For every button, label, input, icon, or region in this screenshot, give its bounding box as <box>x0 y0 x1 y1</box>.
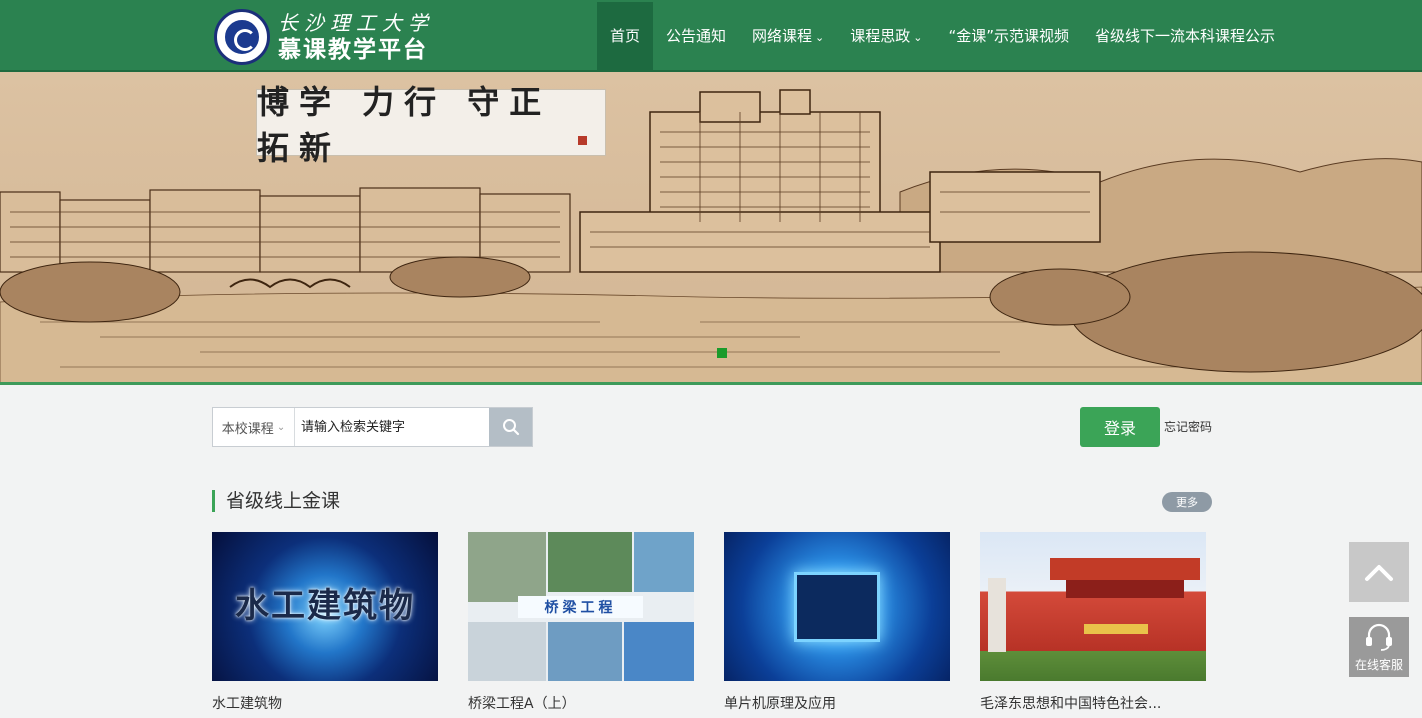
chevron-down-icon: ⌄ <box>276 421 286 433</box>
course-card[interactable]: 毛泽东思想和中国特色社会... <box>980 532 1206 713</box>
course-thumbnail[interactable] <box>980 532 1206 681</box>
nav-item-label: 首页 <box>610 27 641 45</box>
logo-text: 长沙理工大学 慕课教学平台 <box>278 13 434 62</box>
school-motto-plaque: 博学 力行 守正 拓新 <box>256 83 606 167</box>
course-title[interactable]: 水工建筑物 <box>212 693 438 713</box>
seal-stamp-icon <box>578 136 587 145</box>
nav-item-online-courses[interactable]: 网络课程 ⌄ <box>739 2 837 70</box>
campus-sketch-illustration <box>0 72 1422 382</box>
pillar <box>988 578 1006 652</box>
chevron-up-icon <box>1365 565 1393 581</box>
nav-item-label: 省级线下一流本科课程公示 <box>1095 27 1276 45</box>
headset-icon <box>1366 623 1392 651</box>
logo-university-name: 长沙理工大学 <box>278 10 434 35</box>
course-card[interactable]: 单片机原理及应用 <box>724 532 950 713</box>
nav-item-golden-course-videos[interactable]: “金课”示范课视频 <box>936 2 1083 70</box>
main-nav: 首页 公告通知 网络课程 ⌄ 课程思政 ⌄ “金课”示范课视频 省级线下一流本科课程… <box>597 2 1288 70</box>
search-button[interactable] <box>489 408 532 446</box>
search-scope-label: 本校课程 <box>221 421 274 437</box>
nav-item-announcements[interactable]: 公告通知 <box>653 2 739 70</box>
roof2 <box>1066 580 1184 598</box>
login-button[interactable]: 登录 <box>1080 407 1160 447</box>
back-to-top-button[interactable] <box>1349 542 1409 602</box>
microchip-icon <box>794 572 880 642</box>
course-card[interactable]: 水工建筑物 水工建筑物 <box>212 532 438 713</box>
forgot-password-link[interactable]: 忘记密码 <box>1164 418 1212 435</box>
course-card[interactable]: 桥梁工程 桥梁工程A（上） <box>468 532 694 713</box>
search-scope-select[interactable]: 本校课程 ⌄ <box>213 408 295 446</box>
course-search-bar: 本校课程 ⌄ <box>212 407 533 447</box>
chevron-down-icon: ⌄ <box>815 31 825 44</box>
nav-item-label: “金课”示范课视频 <box>948 27 1070 45</box>
roof <box>1050 558 1200 580</box>
nav-item-label: 课程思政 <box>850 27 911 45</box>
course-title[interactable]: 单片机原理及应用 <box>724 693 950 713</box>
nav-item-home[interactable]: 首页 <box>597 2 654 70</box>
more-button[interactable]: 更多 <box>1162 492 1212 512</box>
online-service-label: 在线客服 <box>1354 657 1403 672</box>
hero-banner[interactable]: 博学 力行 守正 拓新 <box>0 72 1422 385</box>
gate-plate <box>1084 624 1148 634</box>
university-seal-icon <box>214 9 270 65</box>
course-title[interactable]: 毛泽东思想和中国特色社会... <box>980 693 1206 713</box>
course-thumbnail[interactable] <box>724 532 950 681</box>
chevron-down-icon: ⌄ <box>913 31 923 44</box>
course-title[interactable]: 桥梁工程A（上） <box>468 693 694 713</box>
online-service-button[interactable]: 在线客服 <box>1349 617 1409 677</box>
top-navigation-bar: 长沙理工大学 慕课教学平台 首页 公告通知 网络课程 ⌄ 课程思政 ⌄ “金课”示范… <box>0 0 1422 72</box>
search-input[interactable] <box>295 408 489 446</box>
thumbnail-caption: 水工建筑物 <box>235 586 415 626</box>
carousel-indicator-dot[interactable] <box>717 348 727 358</box>
nav-item-ideological-courses[interactable]: 课程思政 ⌄ <box>837 2 935 70</box>
logo-platform-name: 慕课教学平台 <box>278 36 428 63</box>
nav-item-label: 公告通知 <box>666 27 727 45</box>
section-title: 省级线上金课 <box>212 490 340 512</box>
search-icon <box>502 419 519 436</box>
nav-item-label: 网络课程 <box>752 27 813 45</box>
nav-item-first-class-courses[interactable]: 省级线下一流本科课程公示 <box>1082 2 1288 70</box>
course-thumbnail[interactable]: 桥梁工程 <box>468 532 694 681</box>
site-logo[interactable]: 长沙理工大学 慕课教学平台 <box>214 7 434 67</box>
thumbnail-caption: 桥梁工程 <box>518 596 643 618</box>
school-motto: 博学 力行 守正 拓新 <box>257 82 552 167</box>
course-thumbnail[interactable]: 水工建筑物 <box>212 532 438 681</box>
